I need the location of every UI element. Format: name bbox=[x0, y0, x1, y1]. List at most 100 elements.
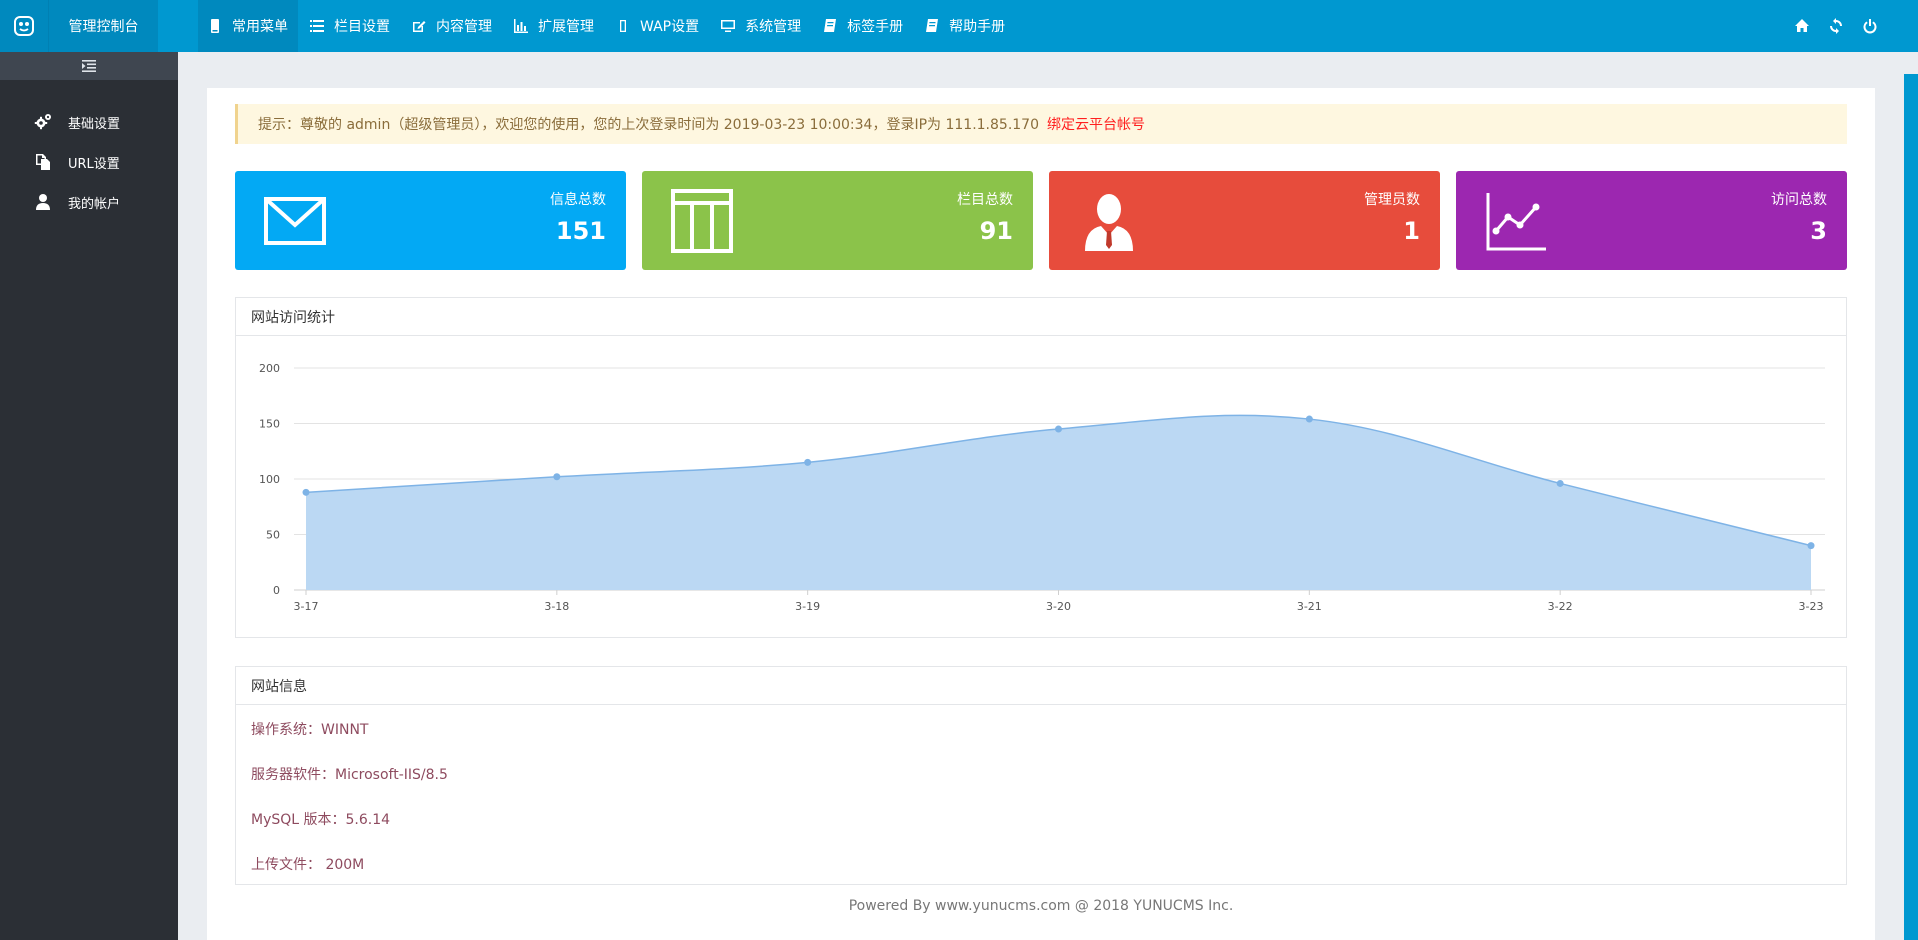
sidebar: 基础设置 URL设置 我的帐户 bbox=[0, 52, 178, 940]
stat-card-label: 信息总数 bbox=[550, 192, 606, 208]
brand-title: 管理控制台 bbox=[48, 0, 158, 52]
stat-card-admin-count[interactable]: 管理员数 1 bbox=[1049, 171, 1440, 270]
nav-label: 帮助手册 bbox=[949, 19, 1006, 35]
x-tick-label: 3-19 bbox=[795, 600, 820, 613]
top-navbar: 管理控制台 常用菜单 栏目设置 内容管理 扩展管理 WAP设置 系统管理 标签手 bbox=[0, 0, 1918, 52]
files-icon bbox=[36, 154, 50, 170]
x-tick-label: 3-18 bbox=[544, 600, 569, 613]
sidebar-item-label: 我的帐户 bbox=[68, 196, 121, 212]
main-nav: 常用菜单 栏目设置 内容管理 扩展管理 WAP设置 系统管理 标签手册 帮助手册 bbox=[198, 0, 1017, 52]
sidebar-item-basic-settings[interactable]: 基础设置 bbox=[0, 102, 178, 142]
nav-extension-management[interactable]: 扩展管理 bbox=[504, 0, 604, 52]
stat-card-value: 1 bbox=[1403, 217, 1420, 245]
sidebar-menu: 基础设置 URL设置 我的帐户 bbox=[0, 102, 178, 222]
stat-card-label: 管理员数 bbox=[1364, 192, 1420, 208]
logo[interactable] bbox=[0, 0, 48, 52]
nav-label: 扩展管理 bbox=[538, 19, 594, 35]
admin-user-icon bbox=[1085, 194, 1133, 251]
nav-label: 常用菜单 bbox=[232, 19, 288, 35]
notice-text: 提示：尊敬的 admin（超级管理员），欢迎您的使用，您的上次登录时间为 201… bbox=[258, 117, 1039, 133]
sidebar-item-label: URL设置 bbox=[68, 156, 120, 172]
site-info-list: 操作系统：WINNT 服务器软件：Microsoft-IIS/8.5 MySQL… bbox=[236, 705, 1846, 886]
panel-title: 网站信息 bbox=[236, 667, 1846, 705]
top-actions bbox=[1776, 0, 1878, 52]
site-info-os: 操作系统：WINNT bbox=[251, 721, 369, 738]
menu-collapse-icon bbox=[82, 60, 96, 72]
y-tick-label: 150 bbox=[259, 418, 280, 431]
data-point bbox=[1556, 479, 1564, 487]
x-tick-label: 3-23 bbox=[1799, 600, 1824, 613]
columns-icon bbox=[671, 189, 733, 253]
home-icon bbox=[1795, 19, 1809, 32]
nav-column-settings[interactable]: 栏目设置 bbox=[300, 0, 400, 52]
site-info-panel: 网站信息 操作系统：WINNT 服务器软件：Microsoft-IIS/8.5 … bbox=[235, 666, 1847, 885]
nav-label: 标签手册 bbox=[847, 19, 904, 35]
home-button[interactable] bbox=[1794, 18, 1810, 34]
data-point bbox=[1055, 425, 1062, 433]
main-content: 提示：尊敬的 admin（超级管理员），欢迎您的使用，您的上次登录时间为 201… bbox=[207, 88, 1875, 940]
logout-button[interactable] bbox=[1862, 18, 1878, 34]
data-point bbox=[302, 488, 310, 496]
x-tick-label: 3-17 bbox=[294, 600, 319, 613]
bind-cloud-account-link[interactable]: 绑定云平台帐号 bbox=[1047, 114, 1145, 134]
right-scroll-rail[interactable] bbox=[1904, 52, 1918, 940]
data-point bbox=[1305, 415, 1313, 423]
user-icon bbox=[36, 194, 50, 210]
site-info-upload: 上传文件： 200M bbox=[251, 856, 365, 873]
x-tick-label: 3-22 bbox=[1548, 600, 1573, 613]
nav-common-menu[interactable]: 常用菜单 bbox=[198, 0, 298, 52]
edit-icon bbox=[413, 21, 426, 32]
footer-copyright: Powered By www.yunucms.com @ 2018 YUNUCM… bbox=[848, 898, 1234, 914]
list-icon bbox=[310, 20, 324, 32]
site-info-mysql: MySQL 版本：5.6.14 bbox=[251, 811, 391, 828]
monitor-icon bbox=[721, 20, 736, 32]
stat-cards: 信息总数 151 栏目总数 91 管理员数 1 访问总数 3 bbox=[235, 171, 1847, 270]
panel-title: 网站访问统计 bbox=[236, 298, 1846, 336]
nav-system-management[interactable]: 系统管理 bbox=[711, 0, 811, 52]
nav-label: 内容管理 bbox=[436, 19, 492, 35]
nav-label: WAP设置 bbox=[640, 19, 700, 35]
stat-card-value: 151 bbox=[555, 217, 606, 245]
phone-icon bbox=[211, 19, 219, 33]
stat-card-column-total[interactable]: 栏目总数 91 bbox=[642, 171, 1033, 270]
book-icon bbox=[926, 19, 939, 32]
envelope-icon bbox=[264, 197, 326, 245]
visit-stats-panel: 网站访问统计 0 50 100 150 200 3-17 3-18 3-19 3-20 3-21 3… bbox=[235, 297, 1847, 638]
power-icon bbox=[1863, 19, 1877, 34]
nav-content-management[interactable]: 内容管理 bbox=[402, 0, 502, 52]
logo-icon bbox=[14, 16, 34, 36]
nav-help-manual[interactable]: 帮助手册 bbox=[915, 0, 1015, 52]
y-tick-label: 50 bbox=[266, 529, 280, 542]
bar-chart-icon bbox=[514, 19, 528, 33]
stat-card-value: 3 bbox=[1810, 217, 1827, 245]
nav-tag-manual[interactable]: 标签手册 bbox=[813, 0, 913, 52]
welcome-notice: 提示：尊敬的 admin（超级管理员），欢迎您的使用，您的上次登录时间为 201… bbox=[235, 104, 1847, 144]
stat-card-label: 栏目总数 bbox=[957, 192, 1013, 208]
y-tick-label: 0 bbox=[273, 584, 280, 597]
visit-area-chart: 0 50 100 150 200 3-17 3-18 3-19 3-20 3-21 3-22 3-23 bbox=[259, 362, 1825, 613]
sidebar-item-label: 基础设置 bbox=[68, 116, 121, 132]
data-point bbox=[804, 458, 812, 466]
stat-card-visit-total[interactable]: 访问总数 3 bbox=[1456, 171, 1847, 270]
gears-icon bbox=[34, 114, 51, 130]
stat-card-value: 91 bbox=[979, 217, 1013, 245]
stat-card-info-total[interactable]: 信息总数 151 bbox=[235, 171, 626, 270]
nav-label: 系统管理 bbox=[745, 19, 802, 35]
rail-gap bbox=[1904, 52, 1918, 74]
refresh-button[interactable] bbox=[1828, 18, 1844, 34]
sidebar-toggle[interactable] bbox=[0, 52, 178, 80]
nav-wap-settings[interactable]: WAP设置 bbox=[606, 0, 709, 52]
data-point bbox=[1807, 542, 1815, 550]
x-tick-label: 3-20 bbox=[1046, 600, 1071, 613]
book-icon bbox=[824, 19, 837, 32]
sidebar-item-my-account[interactable]: 我的帐户 bbox=[0, 182, 178, 222]
y-tick-label: 200 bbox=[259, 362, 280, 375]
stat-card-label: 访问总数 bbox=[1771, 192, 1827, 208]
x-tick-label: 3-21 bbox=[1297, 600, 1322, 613]
mobile-icon bbox=[620, 20, 626, 32]
nav-label: 栏目设置 bbox=[334, 19, 390, 35]
series-area bbox=[306, 415, 1811, 590]
refresh-icon bbox=[1830, 18, 1842, 34]
sidebar-item-url-settings[interactable]: URL设置 bbox=[0, 142, 178, 182]
y-tick-label: 100 bbox=[259, 473, 280, 486]
